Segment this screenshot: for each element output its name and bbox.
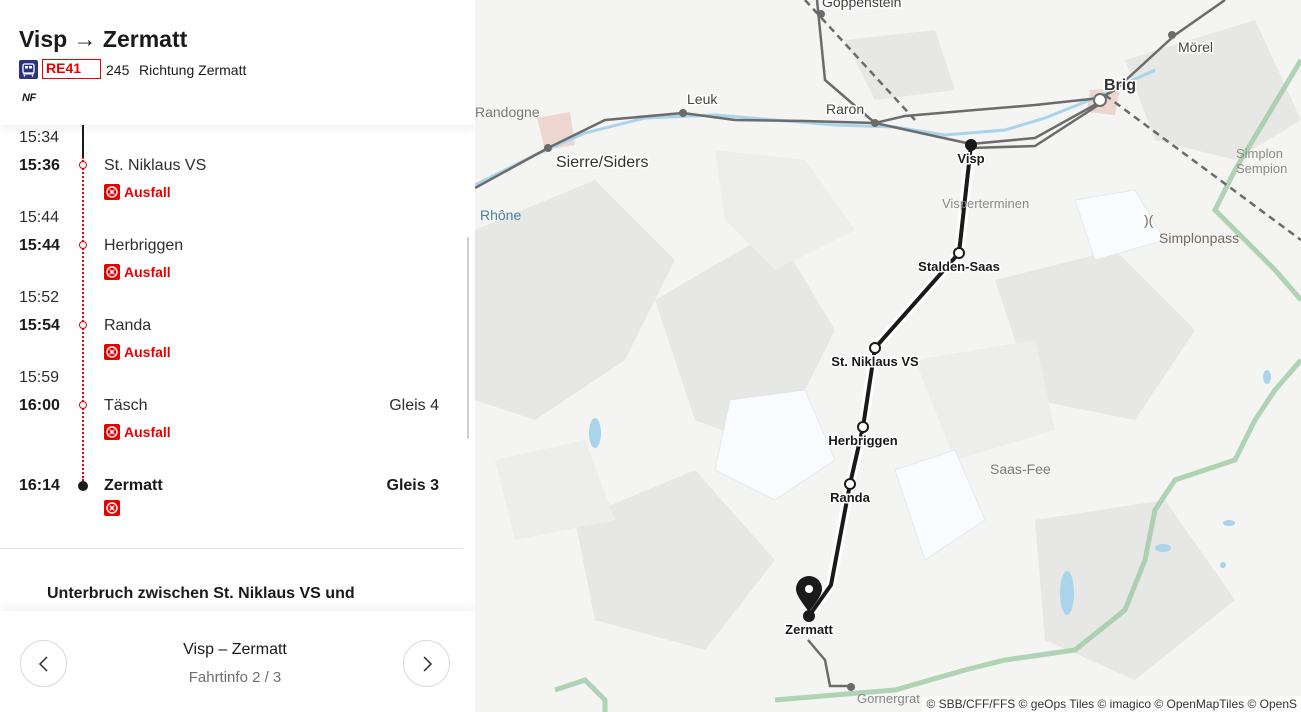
- stop-station-name[interactable]: Herbriggen: [104, 237, 183, 255]
- map-canvas[interactable]: Goppenstein Mörel Randogne Leuk Raron Br…: [475, 0, 1301, 712]
- place-label: Raron: [826, 101, 864, 117]
- stop-platform: Gleis 3: [386, 477, 439, 494]
- stop-marker: [79, 161, 87, 169]
- stop-marker: [79, 321, 87, 329]
- chevron-right-icon: [422, 655, 432, 672]
- departure-time: 15:36: [19, 157, 60, 174]
- arrival-time: 15:44: [19, 209, 60, 226]
- cancelled-icon: [104, 184, 120, 200]
- cancellation-label: Ausfall: [124, 424, 171, 440]
- low-floor-icon: NF: [22, 92, 36, 104]
- cancellation-label: Ausfall: [124, 344, 171, 360]
- stop-station-name[interactable]: Zermatt: [104, 477, 163, 495]
- place-label: Mörel: [1178, 39, 1213, 55]
- place-label: Visperterminen: [942, 196, 1029, 211]
- train-direction: Richtung Zermatt: [139, 62, 247, 78]
- place-label: Simplonpass: [1159, 230, 1239, 246]
- footer-route: Visp – Zermatt: [183, 641, 287, 658]
- arrival-time: 16:14: [19, 477, 60, 494]
- pass-icon: )(: [1144, 212, 1154, 228]
- departure-time: 16:00: [19, 397, 60, 414]
- stop-station-name[interactable]: Randa: [104, 317, 151, 335]
- place-label: Sierre/Siders: [556, 154, 648, 171]
- place-label: Rhône: [480, 207, 521, 223]
- cancelled-icon: [104, 344, 120, 360]
- destination-marker: [78, 481, 88, 491]
- map-view[interactable]: Goppenstein Mörel Randogne Leuk Raron Br…: [475, 0, 1301, 712]
- journey-header: Visp → Zermatt RE41 245 Richtung Zermatt…: [0, 0, 475, 125]
- stop-station-name[interactable]: St. Niklaus VS: [104, 157, 206, 175]
- departure-time: 15:44: [19, 237, 60, 254]
- route-station-label: St. Niklaus VS: [831, 354, 919, 369]
- place-label: Randogne: [475, 104, 540, 120]
- cancellation-label: Ausfall: [124, 264, 171, 280]
- place-label: Leuk: [687, 91, 718, 107]
- train-icon: [19, 60, 38, 79]
- cancellation-badge: Ausfall: [104, 264, 171, 280]
- route-station-label: Herbriggen: [828, 433, 897, 448]
- stop-station-name[interactable]: Täsch: [104, 397, 148, 415]
- route-station-label: Stalden-Saas: [918, 259, 1000, 274]
- departure-time: 15:54: [19, 317, 60, 334]
- route-station-label: Zermatt: [785, 622, 833, 637]
- footer-page-info: Fahrtinfo 2 / 3: [188, 669, 282, 686]
- arrival-time: 15:59: [19, 369, 60, 386]
- cancellation-badge: Ausfall: [104, 424, 171, 440]
- route-station-label: Randa: [830, 490, 871, 505]
- departure-time: 15:34: [19, 129, 60, 146]
- place-label: Saas-Fee: [990, 461, 1051, 477]
- cancelled-icon: [104, 264, 120, 280]
- timeline-cancelled-segment: [82, 157, 84, 481]
- page-title: Visp → Zermatt: [19, 26, 188, 52]
- place-label: Gornergrat: [857, 691, 920, 706]
- stop-marker: [79, 401, 87, 409]
- next-journey-button[interactable]: [403, 640, 450, 687]
- cancellation-badge: Ausfall: [104, 344, 171, 360]
- cancelled-icon: [104, 424, 120, 440]
- arrival-time: 15:52: [19, 289, 60, 306]
- cancelled-icon: [104, 500, 120, 516]
- cancellation-badge: Ausfall: [104, 184, 171, 200]
- place-label: Brig: [1104, 77, 1136, 94]
- map-attribution[interactable]: © SBB/CFF/FFS © geOps Tiles © imagico © …: [922, 696, 1301, 712]
- train-number: 245: [106, 62, 130, 78]
- disruption-title[interactable]: Unterbruch zwischen St. Niklaus VS und: [47, 585, 355, 603]
- section-divider: [0, 548, 463, 549]
- journey-footer: Visp – Zermatt Fahrtinfo 2 / 3: [0, 611, 475, 712]
- timeline-past-segment: [82, 125, 84, 157]
- line-badge: RE41: [42, 59, 101, 79]
- cancellation-label: Ausfall: [124, 184, 171, 200]
- cancellation-badge: [104, 500, 120, 516]
- route-station-label: Visp: [957, 151, 984, 166]
- place-label: Sempion: [1236, 161, 1287, 176]
- stop-platform: Gleis 4: [389, 397, 439, 414]
- scrollbar-thumb[interactable]: [467, 237, 469, 439]
- place-label: Simplon: [1236, 146, 1283, 161]
- stop-marker: [79, 241, 87, 249]
- place-label: Goppenstein: [822, 0, 901, 10]
- journey-panel: 15:34 15:36 St. Niklaus VS Ausfall 15:44…: [0, 0, 475, 712]
